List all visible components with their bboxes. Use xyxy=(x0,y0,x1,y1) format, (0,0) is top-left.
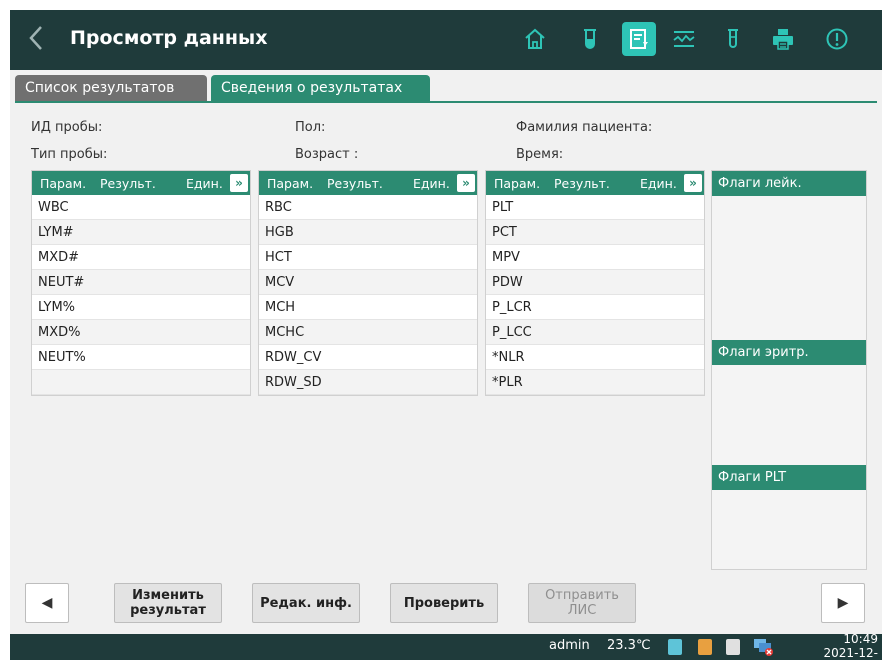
result-column-header: Результ. xyxy=(327,175,383,191)
clock-time: 10:49 xyxy=(843,632,878,646)
table-body: RBC HGB HCT MCV MCH MCHC RDW_CV RDW_SD xyxy=(259,195,477,395)
table-row[interactable]: HGB xyxy=(259,220,477,245)
unit-column-header: Един. xyxy=(640,175,677,191)
table-header: Парам. Результ. Един. » xyxy=(32,171,250,195)
expand-columns-icon[interactable]: » xyxy=(457,174,475,192)
table-row[interactable]: MCV xyxy=(259,270,477,295)
table-row[interactable]: P_LCR xyxy=(486,295,704,320)
expand-columns-icon[interactable]: » xyxy=(230,174,248,192)
back-icon[interactable] xyxy=(28,24,54,54)
sex-label: Пол: xyxy=(295,120,326,135)
alert-icon[interactable] xyxy=(820,22,854,56)
verify-button[interactable]: Проверить xyxy=(390,583,498,623)
plt-param-table: Парам. Результ. Един. » PLT PCT MPV PDW … xyxy=(485,170,705,396)
edit-info-button[interactable]: Редак. инф. xyxy=(252,583,360,623)
triangle-right-icon: ▶ xyxy=(837,595,849,611)
table-row[interactable]: MXD# xyxy=(32,245,250,270)
expand-columns-icon[interactable]: » xyxy=(684,174,702,192)
wbc-param-table: Парам. Результ. Един. » WBC LYM# MXD# NE… xyxy=(31,170,251,396)
network-error-icon[interactable] xyxy=(753,637,775,657)
table-row[interactable]: NEUT# xyxy=(32,270,250,295)
table-header: Парам. Результ. Един. » xyxy=(486,171,704,195)
table-row[interactable]: P_LCC xyxy=(486,320,704,345)
table-row[interactable]: RDW_CV xyxy=(259,345,477,370)
table-row[interactable]: RDW_SD xyxy=(259,370,477,395)
username-label: admin xyxy=(549,638,590,653)
reagent-status-icon[interactable] xyxy=(668,639,682,655)
table-row[interactable]: MXD% xyxy=(32,320,250,345)
param-column-header: Парам. xyxy=(494,175,541,191)
table-row[interactable]: *PLR xyxy=(486,370,704,395)
flags-panel: Флаги лейк. Флаги эритр. Флаги PLT xyxy=(711,170,867,570)
param-column-header: Парам. xyxy=(267,175,314,191)
next-record-button[interactable]: ▶ xyxy=(821,583,865,623)
table-row[interactable]: RBC xyxy=(259,195,477,220)
prev-record-button[interactable]: ◀ xyxy=(25,583,69,623)
rbc-flags-header: Флаги эритр. xyxy=(712,340,866,365)
waste-status-icon[interactable] xyxy=(726,639,740,655)
table-row[interactable]: HCT xyxy=(259,245,477,270)
edit-result-button[interactable]: Изменить результат xyxy=(114,583,222,623)
reagent-icon[interactable] xyxy=(716,22,750,56)
app-window: Просмотр данных Список результатов Сведе… xyxy=(10,10,882,660)
rbc-param-table: Парам. Результ. Един. » RBC HGB HCT MCV … xyxy=(258,170,478,396)
age-label: Возраст : xyxy=(295,147,359,162)
unit-column-header: Един. xyxy=(413,175,450,191)
lyse-status-icon[interactable] xyxy=(698,639,712,655)
table-row[interactable]: PLT xyxy=(486,195,704,220)
tab-underline xyxy=(15,101,877,103)
header-bar: Просмотр данных xyxy=(10,10,882,70)
table-row[interactable]: *NLR xyxy=(486,345,704,370)
plt-flags-header: Флаги PLT xyxy=(712,465,866,490)
test-tube-icon[interactable] xyxy=(573,22,607,56)
clock-date: 2021-12-30 xyxy=(823,646,878,660)
temperature-label: 23.3℃ xyxy=(607,638,651,653)
table-body: PLT PCT MPV PDW P_LCR P_LCC *NLR *PLR xyxy=(486,195,704,395)
table-row[interactable]: MCHC xyxy=(259,320,477,345)
table-row[interactable]: PDW xyxy=(486,270,704,295)
param-column-header: Парам. xyxy=(40,175,87,191)
wbc-flags-header: Флаги лейк. xyxy=(712,171,866,196)
result-column-header: Результ. xyxy=(100,175,156,191)
time-label: Время: xyxy=(516,147,564,162)
send-lis-button[interactable]: Отправить ЛИС xyxy=(528,583,636,623)
table-row[interactable]: LYM% xyxy=(32,295,250,320)
sample-id-label: ИД пробы: xyxy=(31,120,103,135)
table-row[interactable]: WBC xyxy=(32,195,250,220)
table-row[interactable] xyxy=(32,370,250,395)
patient-name-label: Фамилия пациента: xyxy=(516,120,653,135)
table-row[interactable]: PCT xyxy=(486,220,704,245)
unit-column-header: Един. xyxy=(186,175,223,191)
print-icon[interactable] xyxy=(766,22,800,56)
table-row[interactable]: MCH xyxy=(259,295,477,320)
clock: 10:49 2021-12-30 xyxy=(810,632,878,660)
table-body: WBC LYM# MXD# NEUT# LYM% MXD% NEUT% xyxy=(32,195,250,395)
result-column-header: Результ. xyxy=(554,175,610,191)
sample-type-label: Тип пробы: xyxy=(31,147,108,162)
table-header: Парам. Результ. Един. » xyxy=(259,171,477,195)
tab-result-details[interactable]: Сведения о результатах xyxy=(211,75,430,101)
table-row[interactable]: LYM# xyxy=(32,220,250,245)
status-bar: admin 23.3℃ 10:49 2021-12-30 xyxy=(10,632,882,660)
page-title: Просмотр данных xyxy=(70,27,268,49)
table-row[interactable]: MPV xyxy=(486,245,704,270)
table-row[interactable]: NEUT% xyxy=(32,345,250,370)
home-icon[interactable] xyxy=(518,22,552,56)
data-review-icon[interactable] xyxy=(622,22,656,56)
triangle-left-icon: ◀ xyxy=(41,595,53,611)
qc-chart-icon[interactable] xyxy=(667,22,701,56)
tab-results-list[interactable]: Список результатов xyxy=(15,75,207,101)
